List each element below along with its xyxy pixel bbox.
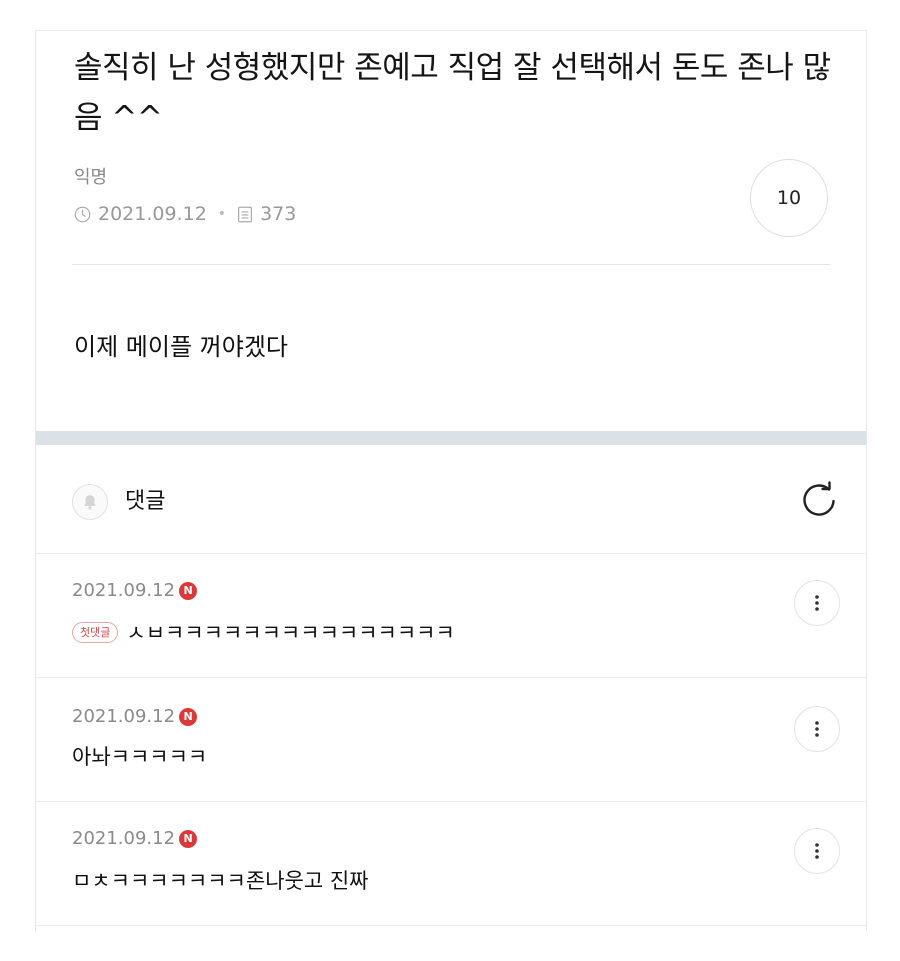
post-author: 익명 bbox=[74, 167, 108, 188]
kebab-icon bbox=[815, 595, 819, 611]
new-badge: N bbox=[179, 581, 198, 600]
post-views: 373 bbox=[260, 203, 297, 225]
comment-text: 아놔ㅋㅋㅋㅋㅋ bbox=[72, 745, 208, 769]
comment-date: 2021.09.12 bbox=[72, 828, 176, 849]
bell-button[interactable] bbox=[72, 484, 108, 520]
comment-item: 2021.09.12 N 아놔ㅋㅋㅋㅋㅋ bbox=[36, 677, 866, 802]
comment-more-button[interactable] bbox=[794, 580, 840, 626]
comment-count-badge[interactable]: 10 bbox=[750, 159, 828, 237]
section-separator bbox=[36, 431, 866, 445]
comment-date: 2021.09.12 bbox=[72, 580, 176, 601]
new-badge: N bbox=[179, 829, 198, 848]
post-card: 솔직히 난 성형했지만 존예고 직업 잘 선택해서 돈도 존나 많음 ^^ 익명… bbox=[35, 30, 867, 931]
comment-more-button[interactable] bbox=[794, 706, 840, 752]
comment-content: 아놔ㅋㅋㅋㅋㅋ bbox=[72, 741, 207, 771]
post-date: 2021.09.12 bbox=[98, 203, 207, 225]
bell-icon bbox=[84, 495, 96, 510]
kebab-icon bbox=[815, 721, 819, 737]
comments-label: 댓글 bbox=[125, 489, 166, 514]
comment-content: 첫댓글 ㅅㅂㅋㅋㅋㅋㅋㅋㅋㅋㅋㅋㅋㅋㅋㅋㅋ bbox=[72, 617, 455, 647]
kebab-icon bbox=[815, 843, 819, 859]
clock-icon bbox=[74, 206, 91, 222]
comment-item: 2021.09.12 N ㅁㅊㅋㅋㅋㅋㅋㅋㅋ존나웃고 진짜 bbox=[36, 801, 866, 926]
comment-date-row: 2021.09.12 N bbox=[72, 828, 198, 849]
meta-separator: • bbox=[217, 206, 227, 222]
comment-date-row: 2021.09.12 N bbox=[72, 580, 198, 601]
refresh-icon[interactable] bbox=[798, 480, 840, 522]
comment-content: ㅁㅊㅋㅋㅋㅋㅋㅋㅋ존나웃고 진짜 bbox=[72, 865, 368, 895]
post-title: 솔직히 난 성형했지만 존예고 직업 잘 선택해서 돈도 존나 많음 ^^ bbox=[74, 50, 831, 136]
document-icon bbox=[238, 206, 253, 222]
post-body: 이제 메이플 꺼야겠다 bbox=[74, 333, 288, 361]
comment-date-row: 2021.09.12 N bbox=[72, 706, 198, 727]
new-badge: N bbox=[179, 707, 198, 726]
comment-more-button[interactable] bbox=[794, 828, 840, 874]
divider bbox=[72, 264, 830, 265]
comment-item: 2021.09.12 N 첫댓글 ㅅㅂㅋㅋㅋㅋㅋㅋㅋㅋㅋㅋㅋㅋㅋㅋㅋ bbox=[36, 553, 866, 678]
comment-date: 2021.09.12 bbox=[72, 706, 176, 727]
comment-text: ㅅㅂㅋㅋㅋㅋㅋㅋㅋㅋㅋㅋㅋㅋㅋㅋㅋ bbox=[126, 621, 455, 645]
comment-text: ㅁㅊㅋㅋㅋㅋㅋㅋㅋ존나웃고 진짜 bbox=[72, 869, 369, 893]
post-meta: 2021.09.12 • 373 bbox=[74, 203, 296, 225]
first-comment-badge: 첫댓글 bbox=[72, 621, 119, 643]
